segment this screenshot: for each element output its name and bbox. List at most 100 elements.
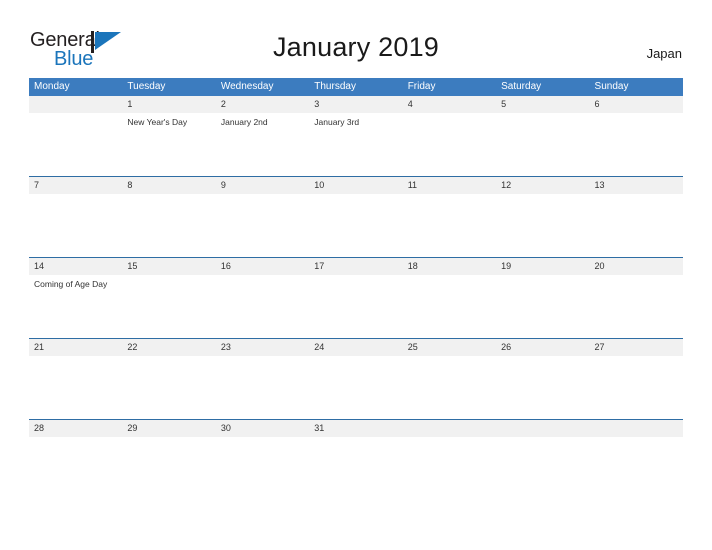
day-number-empty [496, 420, 589, 437]
day-events-30 [216, 437, 309, 457]
day-events-3: January 3rd [309, 113, 402, 176]
day-number-9[interactable]: 9 [216, 177, 309, 194]
day-number-empty [403, 420, 496, 437]
week-date-band: 123456 [29, 96, 683, 113]
day-number-10[interactable]: 10 [309, 177, 402, 194]
day-events-empty [590, 437, 683, 457]
calendar-week-row: 7 8 9 10 11 12 13 [29, 176, 683, 257]
calendar-week-row: 1 2 3 4 5 6 New Year's Day January 2nd January 3… [29, 96, 683, 176]
country-label: Japan [646, 46, 682, 61]
day-events-24 [309, 356, 402, 419]
day-events-10 [309, 194, 402, 257]
day-number-16[interactable]: 16 [216, 258, 309, 275]
week-date-band: 7 8 9 10 11 12 13 [29, 176, 683, 194]
day-events-15 [122, 275, 215, 338]
day-events-26 [496, 356, 589, 419]
event-label[interactable]: Coming of Age Day [34, 278, 122, 290]
week-date-band: 28 29 30 31 [29, 419, 683, 437]
day-number-11[interactable]: 11 [403, 177, 496, 194]
day-events-21 [29, 356, 122, 419]
week-event-band: New Year's Day January 2nd January 3rd [29, 113, 683, 176]
day-number-7[interactable]: 7 [29, 177, 122, 194]
weekday-header-thursday: Thursday [314, 81, 356, 92]
day-events-1: New Year's Day [122, 113, 215, 176]
week-event-band [29, 194, 683, 257]
week-date-band: 14 15 16 17 18 19 20 [29, 257, 683, 275]
day-number-22[interactable]: 22 [122, 339, 215, 356]
day-events-29 [122, 437, 215, 457]
day-number-20[interactable]: 20 [590, 258, 683, 275]
calendar-week-row: 21 22 23 24 25 26 27 [29, 338, 683, 419]
day-number-5[interactable]: 5 [496, 96, 589, 113]
week-event-band: Coming of Age Day [29, 275, 683, 338]
day-number-23[interactable]: 23 [216, 339, 309, 356]
calendar-week-row: 28 29 30 31 [29, 419, 683, 457]
day-number-empty [29, 96, 122, 113]
event-label[interactable]: January 2nd [221, 116, 309, 128]
day-events-7 [29, 194, 122, 257]
calendar-grid: Monday Tuesday Wednesday Thursday Friday Satu… [29, 78, 683, 457]
day-events-20 [590, 275, 683, 338]
day-events-14: Coming of Age Day [29, 275, 122, 338]
event-label[interactable]: January 3rd [314, 116, 402, 128]
week-event-band [29, 437, 683, 457]
day-number-29[interactable]: 29 [122, 420, 215, 437]
day-events-13 [590, 194, 683, 257]
day-number-28[interactable]: 28 [29, 420, 122, 437]
day-events-8 [122, 194, 215, 257]
event-label[interactable]: New Year's Day [127, 116, 215, 128]
week-event-band [29, 356, 683, 419]
day-events-4 [403, 113, 496, 176]
calendar-weeks: 1 2 3 4 5 6 New Year's Day January 2nd January 3… [29, 96, 683, 457]
day-number-19[interactable]: 19 [496, 258, 589, 275]
day-events-6 [590, 113, 683, 176]
day-number-21[interactable]: 21 [29, 339, 122, 356]
weekday-header-tuesday: Tuesday [127, 81, 166, 92]
day-number-18[interactable]: 18 [403, 258, 496, 275]
day-events-2: January 2nd [216, 113, 309, 176]
day-number-15[interactable]: 15 [122, 258, 215, 275]
weekday-header-sunday: Sunday [594, 81, 629, 92]
day-events-28 [29, 437, 122, 457]
calendar-week-row: 14 15 16 17 18 19 20 Coming of Age Day [29, 257, 683, 338]
day-number-6[interactable]: 6 [590, 96, 683, 113]
day-number-25[interactable]: 25 [403, 339, 496, 356]
day-events-23 [216, 356, 309, 419]
day-events-11 [403, 194, 496, 257]
day-events-19 [496, 275, 589, 338]
day-number-17[interactable]: 17 [309, 258, 402, 275]
week-date-band: 21 22 23 24 25 26 27 [29, 338, 683, 356]
day-events-27 [590, 356, 683, 419]
day-number-3[interactable]: 3 [309, 96, 402, 113]
page-title: January 2019 [272, 32, 440, 62]
day-number-empty [590, 420, 683, 437]
weekday-header-wednesday: Wednesday [220, 81, 274, 92]
day-number-2[interactable]: 2 [216, 96, 309, 113]
calendar-page: General Blue January 2019 Japan Monday Tu… [0, 0, 712, 550]
day-number-4[interactable]: 4 [403, 96, 496, 113]
day-number-31[interactable]: 31 [309, 420, 402, 437]
day-number-26[interactable]: 26 [496, 339, 589, 356]
day-events-empty [403, 437, 496, 457]
page-header: General Blue January 2019 Japan [0, 0, 712, 76]
day-events-16 [216, 275, 309, 338]
day-number-13[interactable]: 13 [590, 177, 683, 194]
day-number-1[interactable]: 1 [122, 96, 215, 113]
day-events-5 [496, 113, 589, 176]
weekday-header-friday: Friday [407, 81, 436, 92]
day-events-31 [309, 437, 402, 457]
day-events-12 [496, 194, 589, 257]
day-number-12[interactable]: 12 [496, 177, 589, 194]
day-number-14[interactable]: 14 [29, 258, 122, 275]
weekday-header-saturday: Saturday [501, 81, 542, 92]
day-events-18 [403, 275, 496, 338]
day-number-8[interactable]: 8 [122, 177, 215, 194]
day-number-27[interactable]: 27 [590, 339, 683, 356]
weekday-header-monday: Monday [34, 81, 70, 92]
day-events-empty [29, 113, 122, 176]
day-number-24[interactable]: 24 [309, 339, 402, 356]
weekday-header-row: Monday Tuesday Wednesday Thursday Friday Satu… [29, 78, 683, 96]
day-events-25 [403, 356, 496, 419]
day-events-17 [309, 275, 402, 338]
day-number-30[interactable]: 30 [216, 420, 309, 437]
